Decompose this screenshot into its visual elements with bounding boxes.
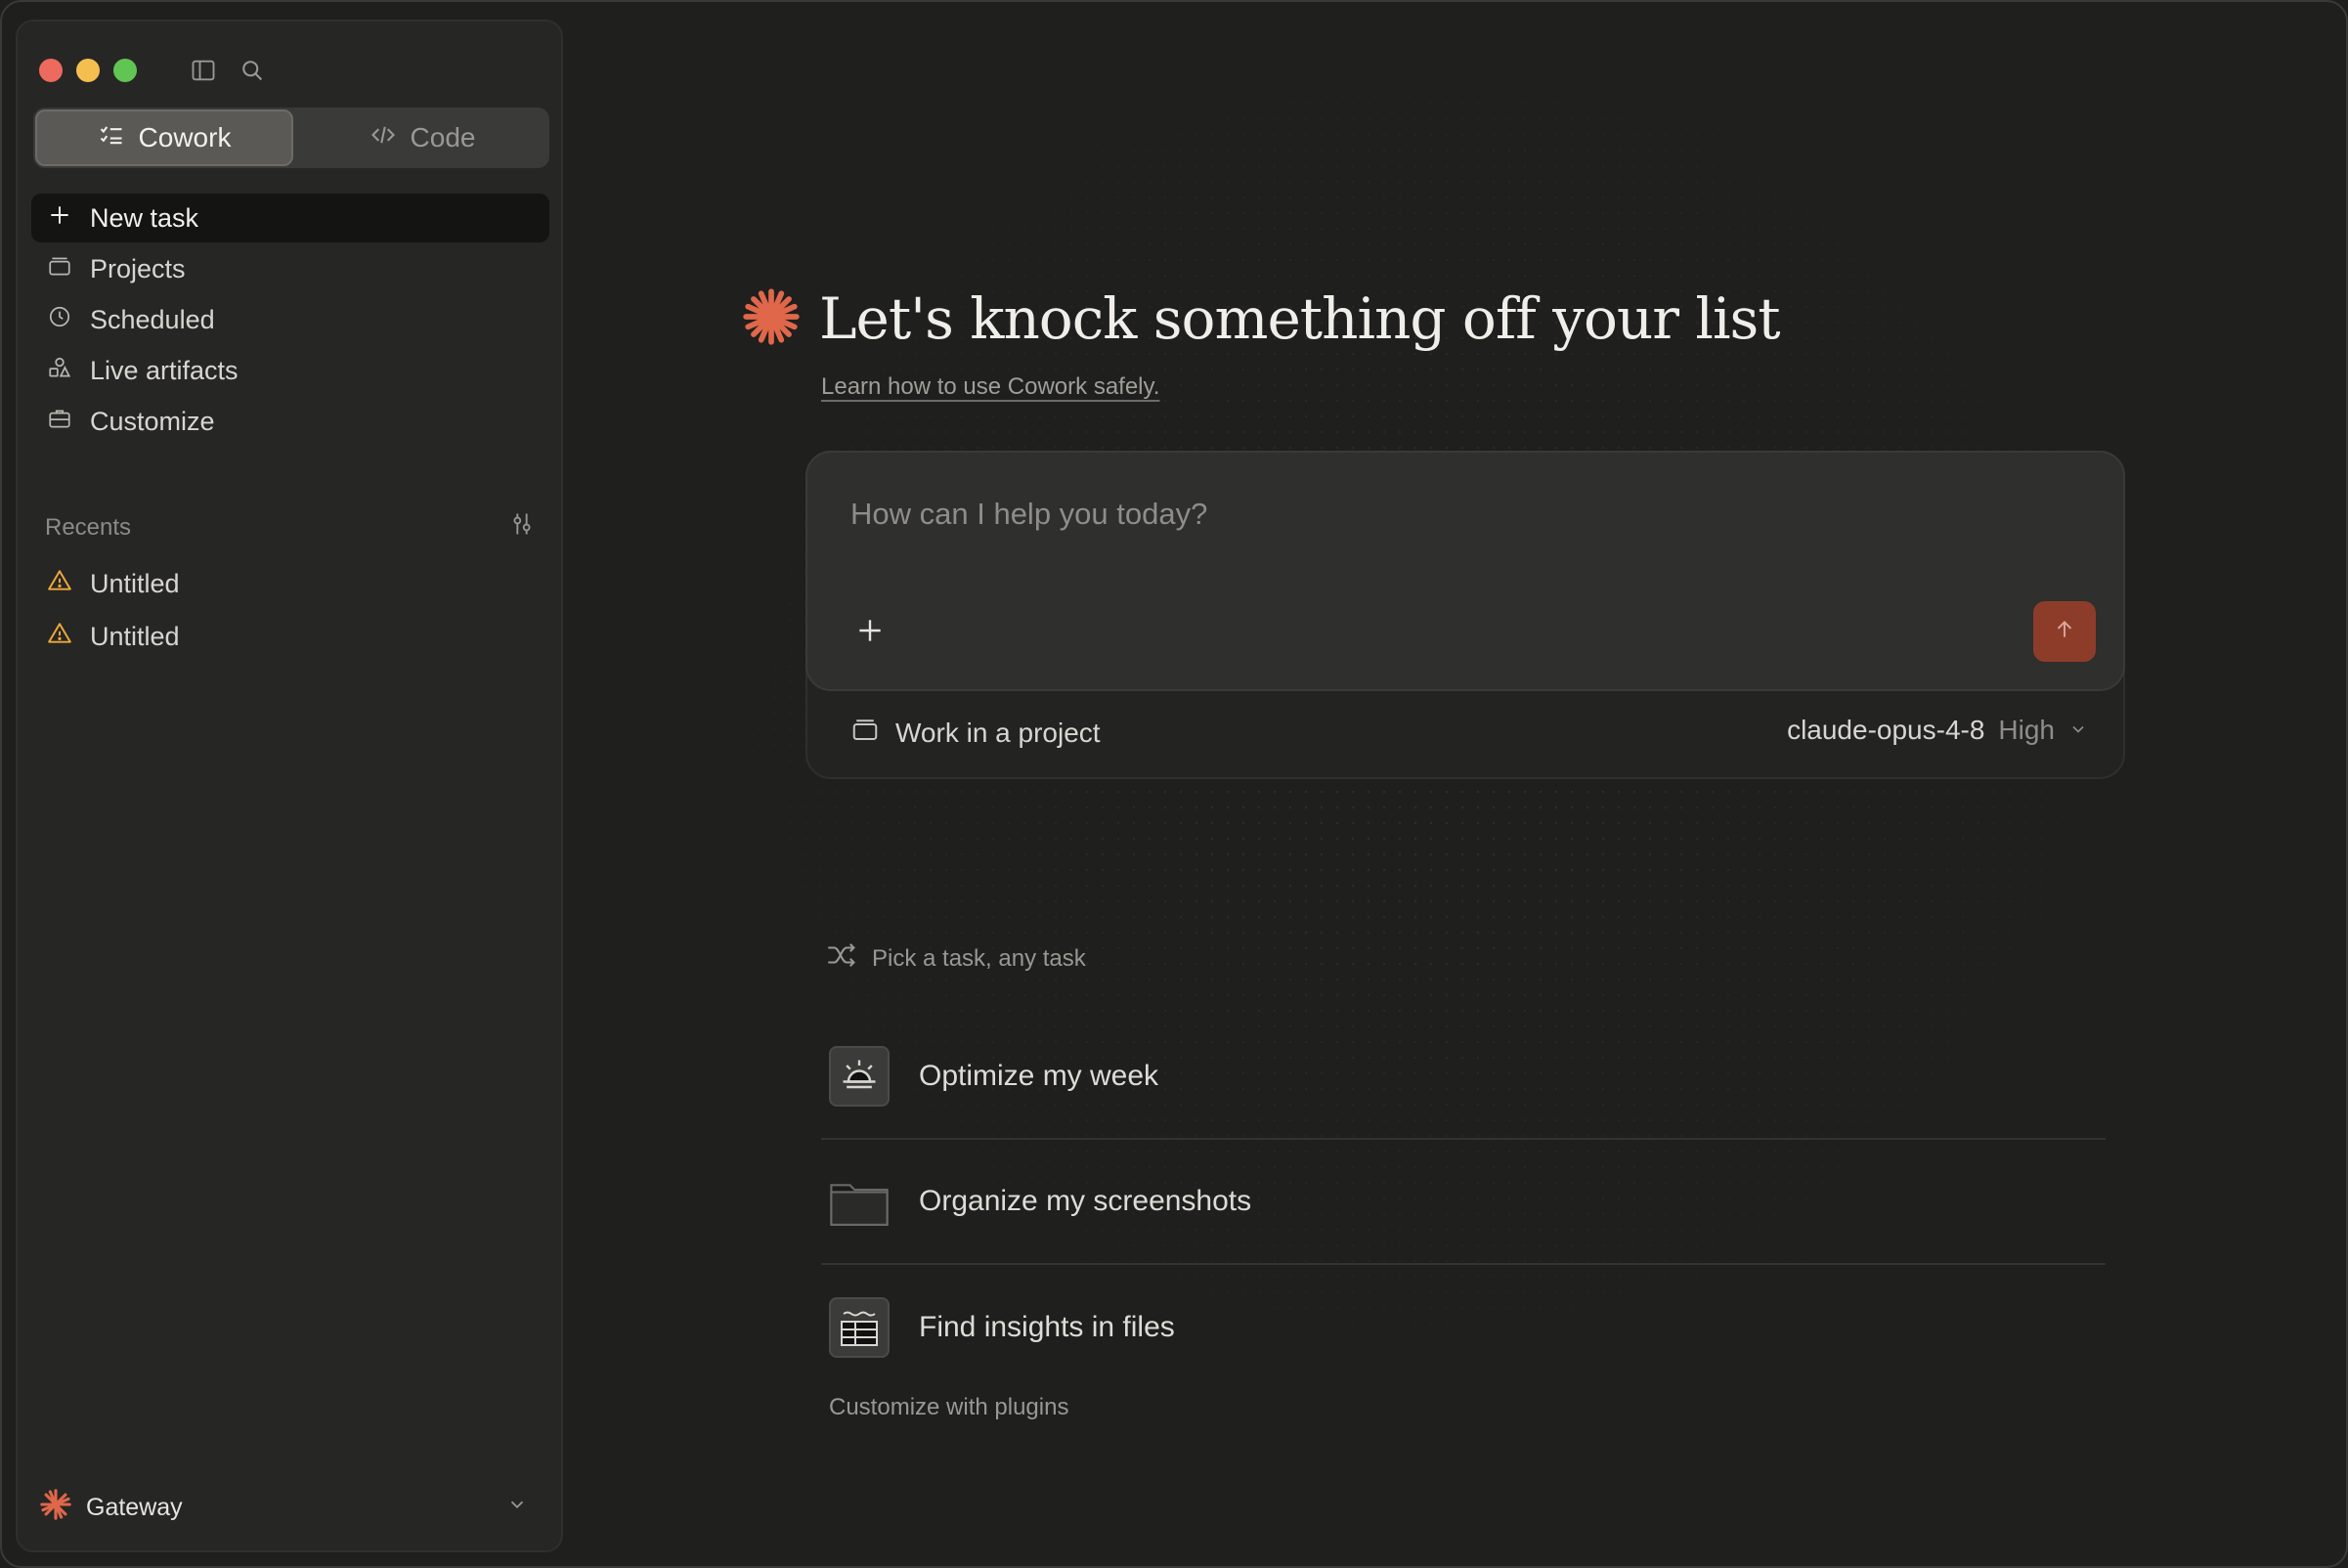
tab-code[interactable]: Code: [295, 108, 549, 168]
filter-sliders-icon[interactable]: [508, 510, 536, 544]
tab-code-label: Code: [410, 122, 476, 152]
arrow-up-icon: [2052, 617, 2077, 647]
effort-level: High: [1998, 715, 2055, 745]
customize-plugins-link[interactable]: Customize with plugins: [829, 1394, 1068, 1421]
sidebar-item-customize[interactable]: Customize: [31, 397, 549, 446]
clock-icon: [47, 304, 72, 336]
checklist-icon: [98, 121, 125, 155]
briefcase-icon: [47, 406, 72, 438]
add-attachment-button[interactable]: [854, 615, 886, 651]
sunrise-calendar-icon: [829, 1046, 890, 1107]
claude-spark-icon: [741, 286, 802, 352]
window-controls: [39, 59, 137, 82]
task-find-insights[interactable]: Find insights in files: [821, 1265, 2106, 1390]
sidebar-item-projects[interactable]: Projects: [31, 244, 549, 293]
tab-cowork-label: Cowork: [138, 122, 232, 152]
shapes-icon: [47, 355, 72, 387]
model-selector[interactable]: claude-opus-4-8 High: [1787, 715, 2088, 746]
warning-icon: [47, 621, 72, 653]
composer: [805, 451, 2125, 691]
task-label: Organize my screenshots: [919, 1185, 1252, 1217]
account-name: Gateway: [86, 1493, 183, 1521]
minimize-window-button[interactable]: [76, 59, 100, 82]
claude-spark-icon: [39, 1488, 72, 1528]
recent-item-label: Untitled: [90, 621, 180, 651]
sidebar-item-scheduled[interactable]: Scheduled: [31, 295, 549, 344]
shuffle-icon[interactable]: [825, 940, 858, 977]
sidebar-item-label: Live artifacts: [90, 355, 239, 385]
recents-list: Untitled Untitled: [31, 557, 549, 663]
sidebar-item-label: Customize: [90, 406, 215, 436]
folder-stack-icon: [850, 715, 880, 751]
learn-safety-link[interactable]: Learn how to use Cowork safely.: [821, 373, 1159, 401]
chevron-down-icon: [2068, 715, 2088, 746]
prompt-input[interactable]: [848, 496, 2025, 533]
folder-icon: [829, 1171, 890, 1232]
recent-item-label: Untitled: [90, 568, 180, 598]
app-window: Cowork Code New task Projects Scheduled: [0, 0, 2348, 1568]
zoom-window-button[interactable]: [113, 59, 137, 82]
task-label: Find insights in files: [919, 1311, 1175, 1343]
sidebar: Cowork Code New task Projects Scheduled: [16, 20, 563, 1552]
page-title: Let's knock something off your list: [819, 285, 1781, 352]
suggested-tasks: Optimize my week Organize my screenshots…: [821, 1015, 2106, 1390]
sidebar-item-label: Scheduled: [90, 304, 215, 334]
search-icon[interactable]: [239, 57, 266, 89]
task-optimize-week[interactable]: Optimize my week: [821, 1015, 2106, 1140]
warning-icon: [47, 568, 72, 600]
model-name: claude-opus-4-8: [1787, 715, 1985, 745]
task-organize-screenshots[interactable]: Organize my screenshots: [821, 1140, 2106, 1265]
sidebar-item-new-task[interactable]: New task: [31, 194, 549, 242]
sidebar-item-label: Projects: [90, 253, 186, 283]
project-label: Work in a project: [895, 717, 1101, 748]
sidebar-item-live-artifacts[interactable]: Live artifacts: [31, 346, 549, 395]
plus-icon: [47, 202, 72, 235]
sidebar-item-label: New task: [90, 202, 199, 233]
tab-cowork[interactable]: Cowork: [35, 109, 293, 166]
chevron-down-icon: [506, 1494, 528, 1522]
sidebar-nav: New task Projects Scheduled Live artifac…: [31, 194, 549, 448]
recents-header: Recents: [45, 510, 549, 544]
code-icon: [370, 121, 397, 155]
pick-task-header: Pick a task, any task: [825, 940, 1086, 977]
send-button[interactable]: [2033, 601, 2096, 662]
sidebar-toggle-icon[interactable]: [190, 57, 217, 89]
pick-task-label: Pick a task, any task: [872, 944, 1086, 972]
recents-label: Recents: [45, 513, 132, 541]
plus-icon: [854, 620, 886, 650]
account-menu[interactable]: Gateway: [33, 1480, 549, 1535]
composer-panel: Work in a project claude-opus-4-8 High: [805, 451, 2125, 779]
close-window-button[interactable]: [39, 59, 63, 82]
work-in-project-button[interactable]: Work in a project: [850, 715, 1101, 751]
recent-item[interactable]: Untitled: [31, 610, 549, 663]
spreadsheet-icon: [829, 1297, 890, 1358]
folder-stack-icon: [47, 253, 72, 285]
mode-toggle: Cowork Code: [33, 108, 549, 168]
task-label: Optimize my week: [919, 1060, 1159, 1092]
recent-item[interactable]: Untitled: [31, 557, 549, 610]
hero-header: Let's knock something off your list: [741, 285, 1781, 352]
